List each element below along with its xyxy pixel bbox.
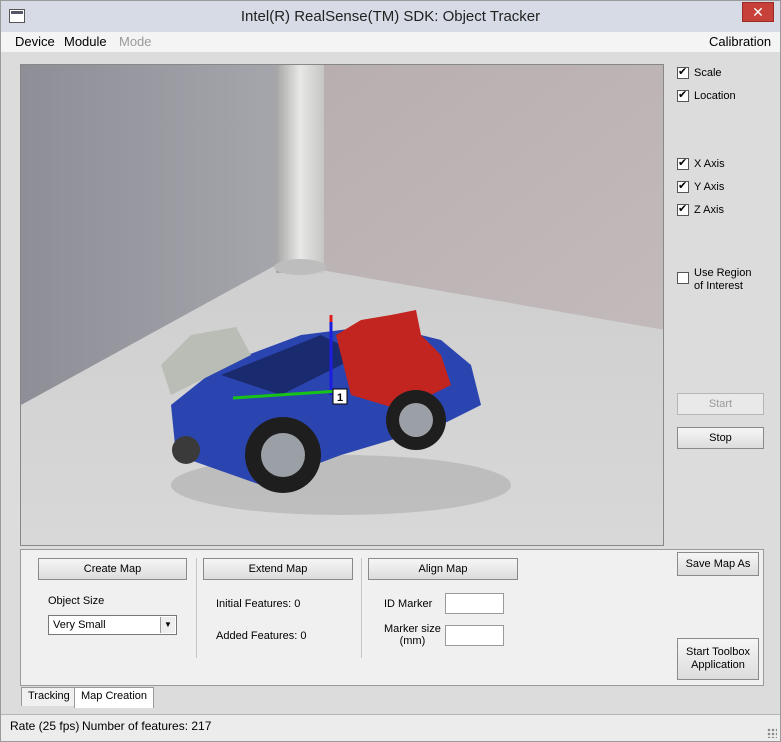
save-map-as-button[interactable]: Save Map As	[677, 552, 759, 576]
start-button[interactable]: Start	[677, 393, 764, 415]
object-size-value: Very Small	[53, 619, 106, 631]
y-axis-option[interactable]: Y Axis	[677, 179, 725, 193]
start-toolbox-line1: Start Toolbox	[685, 646, 750, 658]
x-axis-option[interactable]: X Axis	[677, 156, 725, 170]
extend-map-button[interactable]: Extend Map	[203, 558, 353, 580]
marker-size-label-line2: (mm)	[399, 635, 426, 647]
tab-tracking[interactable]: Tracking	[21, 687, 77, 706]
camera-view: 1	[20, 64, 664, 546]
camera-feed-image: 1	[21, 65, 663, 545]
stop-button[interactable]: Stop	[677, 427, 764, 449]
checkbox-icon[interactable]	[677, 202, 689, 216]
menu-module[interactable]: Module	[64, 34, 107, 49]
checkbox-icon[interactable]	[677, 156, 689, 170]
marker-size-label: Marker size (mm)	[384, 623, 441, 647]
use-roi-option[interactable]: Use Region of Interest	[677, 267, 751, 293]
menu-mode[interactable]: Mode	[119, 34, 152, 49]
checkbox-icon[interactable]	[677, 88, 689, 102]
status-bar: Rate (25 fps) Number of features: 217	[1, 714, 780, 741]
dropdown-arrow-icon[interactable]: ▼	[160, 617, 175, 633]
app-window: Intel(R) RealSense(TM) SDK: Object Track…	[0, 0, 781, 742]
checkbox-icon[interactable]	[677, 65, 689, 79]
divider	[196, 558, 197, 658]
tracking-marker-label: 1	[337, 392, 343, 404]
use-roi-label-line1: Use Region	[694, 267, 752, 279]
checkbox-icon[interactable]	[677, 272, 689, 284]
start-toolbox-line2: Application	[691, 659, 745, 671]
added-features-text: Added Features: 0	[216, 630, 307, 642]
align-map-button[interactable]: Align Map	[368, 558, 518, 580]
z-axis-option[interactable]: Z Axis	[677, 202, 724, 216]
scale-label: Scale	[694, 67, 722, 79]
scale-option[interactable]: Scale	[677, 65, 722, 79]
marker-size-label-line1: Marker size	[384, 623, 441, 635]
menu-device[interactable]: Device	[15, 34, 55, 49]
object-size-select[interactable]: Very Small ▼	[48, 615, 177, 635]
tab-map-creation[interactable]: Map Creation	[74, 687, 155, 708]
title-bar[interactable]: Intel(R) RealSense(TM) SDK: Object Track…	[1, 1, 780, 32]
id-marker-label: ID Marker	[384, 598, 433, 610]
feature-count-text: Number of features: 217	[82, 719, 212, 733]
marker-size-input[interactable]	[445, 625, 504, 646]
initial-features-text: Initial Features: 0	[216, 598, 301, 610]
z-axis-label: Z Axis	[694, 204, 724, 216]
close-icon[interactable]: ✕	[742, 2, 774, 22]
use-roi-label-line2: of Interest	[694, 280, 743, 292]
id-marker-input[interactable]	[445, 593, 504, 614]
frame-rate-text: Rate (25 fps)	[10, 719, 80, 733]
divider	[361, 558, 362, 658]
location-option[interactable]: Location	[677, 88, 736, 102]
checkbox-icon[interactable]	[677, 179, 689, 193]
resize-grip-icon[interactable]	[767, 728, 777, 738]
object-size-label: Object Size	[48, 595, 105, 607]
start-toolbox-button[interactable]: Start Toolbox Application	[677, 638, 759, 680]
use-roi-label: Use Region of Interest	[694, 267, 751, 293]
create-map-button[interactable]: Create Map	[38, 558, 187, 580]
window-title: Intel(R) RealSense(TM) SDK: Object Track…	[240, 8, 541, 25]
x-axis-label: X Axis	[694, 158, 725, 170]
location-label: Location	[694, 90, 736, 102]
menu-calibration[interactable]: Calibration	[709, 34, 771, 49]
menu-bar: Device Module Mode Calibration	[1, 32, 780, 52]
y-axis-label: Y Axis	[694, 181, 725, 193]
